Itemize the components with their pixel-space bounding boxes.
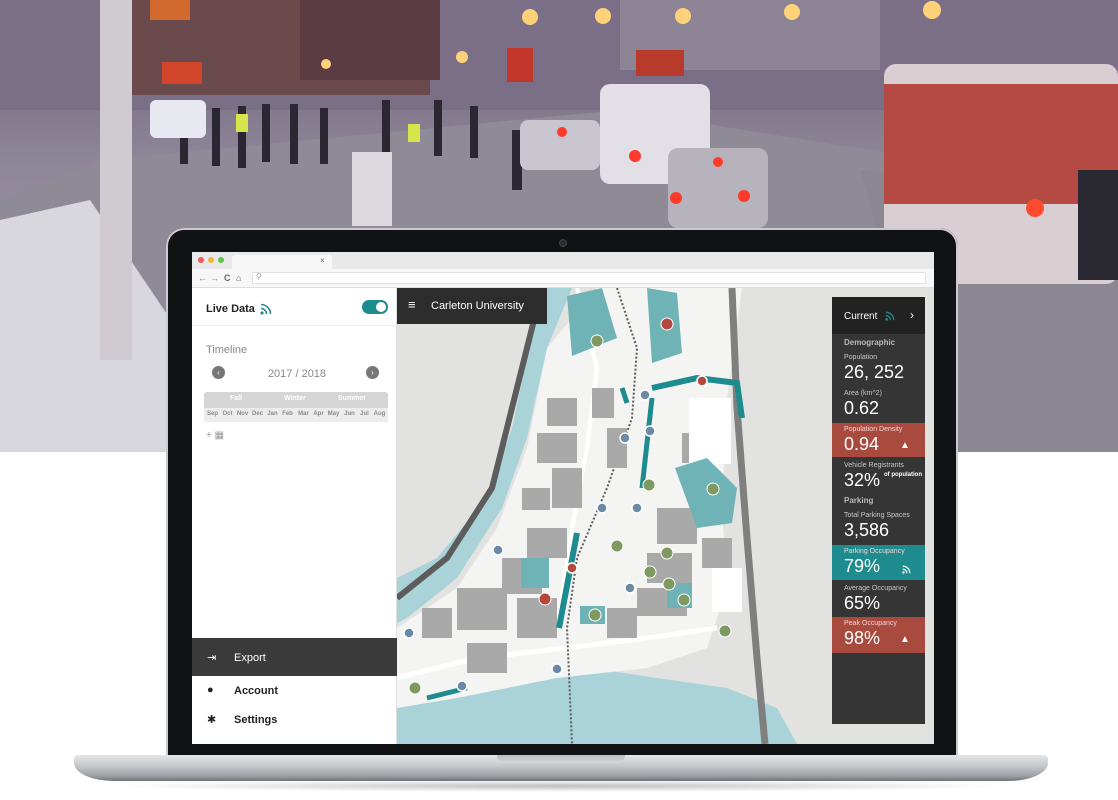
left-sidebar: Live Data Timeline ‹ 2017 / 2018 › Fall … — [192, 288, 397, 744]
stat-label: Average Occupancy — [844, 585, 907, 592]
rss-icon — [902, 565, 911, 574]
stat-label: Total Parking Spaces — [844, 512, 910, 519]
month-jun[interactable]: Jun — [342, 411, 357, 417]
promo-scene: × ← → C ⌂ ⚲ Live Data Timeline ‹ 2017 / … — [0, 0, 1118, 800]
month-jan[interactable]: Jan — [265, 411, 280, 417]
stat-value: 0.62 — [844, 398, 880, 418]
current-header: Current › — [832, 297, 925, 334]
search-icon: ⚲ — [256, 272, 262, 281]
stat-value: 98% — [844, 628, 881, 648]
laptop-notch — [497, 755, 625, 763]
demographic-heading: Demographic — [844, 338, 896, 347]
warning-icon: ▲ — [900, 634, 910, 645]
year-range-label: 2017 / 2018 — [267, 368, 327, 380]
month-may[interactable]: May — [326, 411, 341, 417]
rss-icon — [260, 303, 272, 315]
stats-panel: Current › Demographic Population 26, 252… — [832, 297, 925, 724]
stat-value: 79% — [844, 556, 881, 576]
map-title-bar: ≡ Carleton University — [397, 288, 547, 324]
timeline-label: Timeline — [206, 344, 248, 356]
stat-population: Population 26, 252 — [832, 351, 925, 385]
maximize-window-icon[interactable] — [218, 257, 224, 263]
parking-heading: Parking — [844, 496, 874, 505]
account-icon: ● — [207, 684, 214, 696]
month-strip: Sep Oct Nov Dec Jan Feb Mar Apr May Jun … — [204, 408, 388, 422]
account-label: Account — [234, 685, 278, 697]
export-label: Export — [234, 652, 266, 664]
hamburger-menu-icon[interactable]: ≡ — [408, 298, 416, 311]
month-mar[interactable]: Mar — [296, 411, 311, 417]
stat-vehicle-registrants: Vehicle Registrants 32% of population — [832, 459, 925, 493]
live-data-toggle[interactable] — [362, 300, 388, 314]
season-summer[interactable]: Summer — [338, 395, 366, 402]
stat-value: 26, 252 — [844, 362, 905, 382]
stat-value: 3,586 — [844, 520, 890, 540]
month-oct[interactable]: Oct — [220, 411, 235, 417]
settings-menu-item[interactable]: ✱ Settings — [192, 711, 397, 731]
month-feb[interactable]: Feb — [280, 411, 295, 417]
forward-icon[interactable]: → — [210, 272, 219, 284]
stat-population-density: Population Density 0.94 ▲ — [832, 423, 925, 457]
stat-suffix: of population — [884, 472, 922, 478]
warning-icon: ▲ — [900, 440, 910, 451]
gear-icon: ✱ — [207, 714, 217, 726]
stat-value: 65% — [844, 593, 881, 613]
month-nov[interactable]: Nov — [235, 411, 250, 417]
close-window-icon[interactable] — [198, 257, 204, 263]
month-jul[interactable]: Jul — [357, 411, 372, 417]
settings-label: Settings — [234, 714, 278, 726]
camera-icon — [559, 239, 567, 247]
laptop-shadow — [110, 780, 1010, 792]
back-icon[interactable]: ← — [198, 272, 207, 284]
toggle-knob — [376, 302, 386, 312]
export-menu-item[interactable]: ⇥ Export — [192, 638, 397, 676]
month-dec[interactable]: Dec — [250, 411, 265, 417]
month-sep[interactable]: Sep — [205, 411, 220, 417]
stat-label: Population Density — [844, 426, 903, 433]
home-icon[interactable]: ⌂ — [236, 272, 241, 284]
export-icon: ⇥ — [207, 652, 217, 664]
stat-peak-occupancy: Peak Occupancy 98% ▲ — [832, 617, 925, 653]
live-data-row: Live Data — [192, 288, 397, 326]
stat-value: 32% — [844, 470, 881, 490]
stat-label: Peak Occupancy — [844, 620, 897, 627]
month-aug[interactable]: Aug — [372, 411, 387, 417]
browser-tab[interactable] — [232, 255, 332, 269]
account-menu-item[interactable]: ● Account — [192, 682, 397, 702]
current-label: Current — [844, 311, 878, 322]
season-winter[interactable]: Winter — [284, 395, 306, 402]
month-apr[interactable]: Apr — [311, 411, 326, 417]
stat-label: Area (km^2) — [844, 390, 882, 397]
chevron-right-icon[interactable]: › — [910, 308, 914, 322]
stat-total-parking: Total Parking Spaces 3,586 — [832, 509, 925, 543]
minimize-window-icon[interactable] — [208, 257, 214, 263]
map-title: Carleton University — [431, 300, 524, 312]
rss-icon — [885, 311, 895, 321]
browser-toolbar: ← → C ⌂ ⚲ — [192, 269, 934, 288]
season-fall[interactable]: Fall — [230, 395, 242, 402]
stat-label: Parking Occupancy — [844, 548, 905, 555]
previous-year-button[interactable]: ‹ — [212, 366, 225, 379]
reload-icon[interactable]: C — [224, 272, 231, 284]
stat-parking-occupancy[interactable]: Parking Occupancy 79% — [832, 545, 925, 580]
live-data-label: Live Data — [206, 303, 255, 315]
stat-area: Area (km^2) 0.62 — [832, 387, 925, 421]
laptop-screen: × ← → C ⌂ ⚲ Live Data Timeline ‹ 2017 / … — [192, 252, 934, 744]
tab-close-icon[interactable]: × — [320, 255, 325, 267]
stat-label: Population — [844, 354, 878, 361]
next-year-button[interactable]: › — [366, 366, 379, 379]
browser-tab-strip: × — [192, 252, 934, 269]
season-strip: Fall Winter Summer — [204, 392, 388, 408]
stat-value: 0.94 — [844, 434, 880, 454]
url-input[interactable]: ⚲ — [252, 272, 926, 284]
add-period-button[interactable]: + ▦ — [206, 430, 236, 444]
stat-average-occupancy: Average Occupancy 65% — [832, 582, 925, 616]
stat-label: Vehicle Registrants — [844, 462, 904, 469]
